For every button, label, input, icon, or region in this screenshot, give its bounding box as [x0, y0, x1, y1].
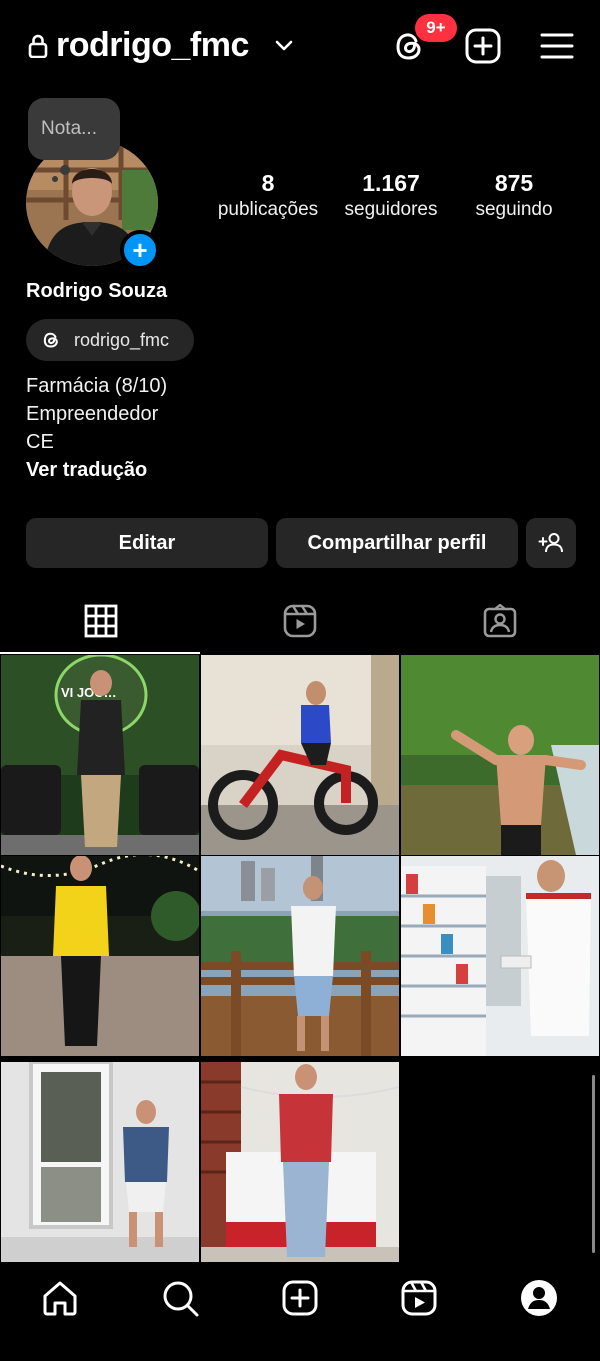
post-thumbnail[interactable]: [401, 856, 599, 1056]
note-bubble[interactable]: Nota...: [28, 98, 120, 160]
profile-icon[interactable]: [519, 1278, 559, 1318]
threads-handle: rodrigo_fmc: [74, 329, 170, 350]
create-icon[interactable]: [280, 1278, 320, 1318]
home-icon[interactable]: [40, 1278, 80, 1318]
post-thumbnail[interactable]: [1, 856, 199, 1056]
scrollbar[interactable]: [592, 1075, 595, 1253]
username-switcher[interactable]: rodrigo_fmc: [56, 26, 249, 65]
note-bubble-tail: [60, 165, 70, 175]
grid-icon[interactable]: [84, 604, 118, 638]
add-story-button[interactable]: +: [120, 230, 160, 270]
tagged-icon[interactable]: [483, 604, 517, 638]
bottom-navigation: [0, 1262, 600, 1361]
stat-followers-value: 1.167: [362, 170, 420, 196]
reels-icon[interactable]: [399, 1278, 439, 1318]
bio-line: Empreendedor: [26, 403, 159, 425]
search-icon[interactable]: [160, 1278, 200, 1318]
note-bubble-tail-small: [52, 176, 58, 182]
profile-tabs: [0, 594, 600, 652]
post-thumbnail[interactable]: [201, 655, 399, 855]
threads-profile-link[interactable]: rodrigo_fmc: [26, 319, 194, 361]
active-tab-indicator: [0, 652, 200, 654]
post-thumbnail[interactable]: [201, 856, 399, 1056]
post-thumbnail[interactable]: VI JOC…: [1, 655, 199, 855]
edit-profile-button[interactable]: Editar: [26, 518, 268, 568]
discover-people-button[interactable]: [526, 518, 576, 568]
share-profile-button[interactable]: Compartilhar perfil: [276, 518, 518, 568]
chevron-down-icon[interactable]: [274, 36, 294, 56]
reels-icon[interactable]: [283, 604, 317, 638]
lock-icon: [28, 34, 48, 58]
stat-followers-label: seguidores: [344, 199, 438, 220]
bio-line: CE: [26, 431, 54, 453]
stat-posts[interactable]: 8 publicações: [213, 170, 323, 221]
threads-icon: [43, 332, 58, 348]
stat-following-label: seguindo: [475, 199, 553, 220]
stat-following[interactable]: 875 seguindo: [460, 170, 568, 221]
new-post-icon[interactable]: [464, 27, 502, 65]
bio-line: Farmácia (8/10): [26, 375, 168, 397]
stat-posts-value: 8: [261, 170, 275, 196]
post-thumbnail[interactable]: [1, 1062, 199, 1262]
post-thumbnail[interactable]: [401, 655, 599, 855]
add-person-icon: [538, 533, 563, 553]
stat-followers[interactable]: 1.167 seguidores: [336, 170, 446, 221]
notification-badge: 9+: [415, 14, 457, 42]
translate-link[interactable]: Ver tradução: [26, 459, 147, 482]
menu-icon[interactable]: [538, 27, 576, 65]
top-header: rodrigo_fmc 9+: [0, 0, 600, 92]
stat-posts-label: publicações: [217, 199, 319, 220]
stat-following-value: 875: [494, 170, 534, 196]
profile-name: Rodrigo Souza: [26, 280, 168, 302]
post-thumbnail[interactable]: [201, 1062, 399, 1262]
